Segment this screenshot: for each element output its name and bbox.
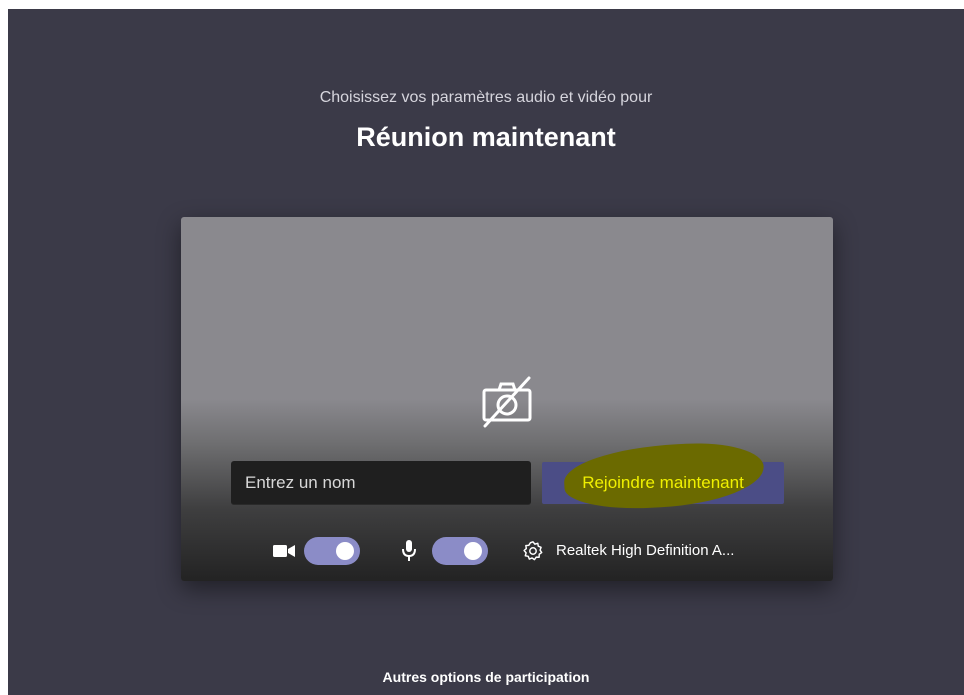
video-preview: Rejoindre maintenant — [181, 217, 833, 581]
meeting-prejoin-screen: Choisissez vos paramètres audio et vidéo… — [8, 9, 964, 695]
microphone-toggle[interactable] — [432, 537, 488, 565]
microphone-icon — [402, 540, 416, 561]
camera-toggle[interactable] — [304, 537, 360, 565]
gear-icon[interactable] — [522, 540, 544, 562]
audio-device-label[interactable]: Realtek High Definition A... — [556, 542, 734, 559]
meeting-title: Réunion maintenant — [356, 122, 616, 152]
microphone-toggle-knob — [464, 542, 482, 560]
name-input[interactable] — [231, 461, 531, 505]
join-now-label: Rejoindre maintenant — [582, 473, 744, 492]
camera-off-icon — [482, 376, 532, 428]
video-camera-icon — [273, 545, 295, 557]
prejoin-subtitle: Choisissez vos paramètres audio et vidéo… — [319, 89, 653, 106]
join-now-button[interactable]: Rejoindre maintenant — [542, 439, 784, 513]
other-join-options-link[interactable]: Autres options de participation — [8, 669, 964, 685]
camera-toggle-knob — [336, 542, 354, 560]
device-controls: Realtek High Definition A... — [181, 537, 833, 565]
